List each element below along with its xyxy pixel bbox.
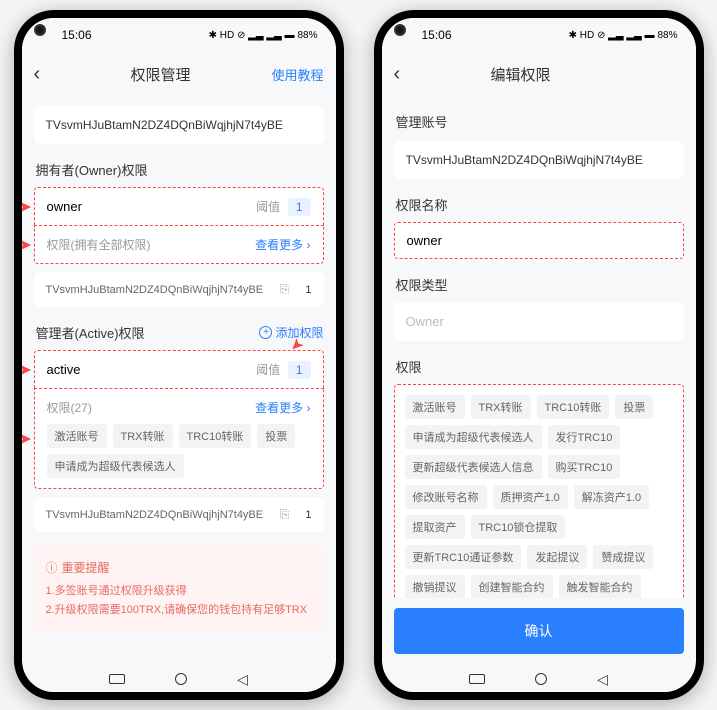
status-time: 15:06 bbox=[62, 28, 92, 42]
content-right: 管理账号 TVsvmHJuBtamN2DZ4DQnBiWqjhjN7t4yBE … bbox=[382, 96, 696, 598]
permission-tag[interactable]: TRC10转账 bbox=[537, 395, 610, 419]
weight-value: 1 bbox=[305, 509, 311, 521]
permission-tag[interactable]: TRX转账 bbox=[471, 395, 531, 419]
threshold-value: 1 bbox=[288, 361, 311, 379]
permission-tag[interactable]: 赞成提议 bbox=[593, 545, 653, 569]
header: ‹ 权限管理 使用教程 bbox=[22, 52, 336, 96]
view-more-link[interactable]: 查看更多 › bbox=[255, 236, 310, 253]
add-permission-link[interactable]: + 添加权限 ➤ bbox=[259, 324, 323, 341]
phone-left: 15:06 ✱ HD ⊘ ▂▃ ▂▃ ▬ 88% ‹ 权限管理 使用教程 TVs… bbox=[14, 10, 344, 700]
address-card: TVsvmHJuBtamN2DZ4DQnBiWqjhjN7t4yBE bbox=[394, 141, 684, 179]
arrow-icon: ➤ bbox=[22, 360, 32, 380]
tutorial-link[interactable]: 使用教程 bbox=[264, 65, 324, 84]
address-card: TVsvmHJuBtamN2DZ4DQnBiWqjhjN7t4yBE bbox=[34, 106, 324, 144]
permission-tag[interactable]: 质押资产1.0 bbox=[493, 485, 568, 509]
permission-tag[interactable]: 撤销提议 bbox=[405, 575, 465, 598]
threshold-wrap: 阈值 1 bbox=[256, 198, 310, 215]
owner-section-label: 拥有者(Owner)权限 bbox=[36, 160, 324, 179]
perm-27-label: 权限(27) bbox=[47, 399, 92, 416]
weight-value: 1 bbox=[305, 284, 311, 296]
confirm-button[interactable]: 确认 bbox=[394, 608, 684, 654]
nav-home[interactable] bbox=[175, 673, 187, 685]
android-nav: ◁ bbox=[22, 666, 336, 692]
status-icons: ✱ HD ⊘ ▂▃ ▂▃ ▬ 88% bbox=[569, 30, 678, 41]
nav-recent[interactable] bbox=[109, 674, 125, 684]
active-tags: 激活账号TRX转账TRC10转账投票申请成为超级代表候选人 bbox=[47, 424, 311, 478]
status-bar: 15:06 ✱ HD ⊘ ▂▃ ▂▃ ▬ 88% bbox=[22, 18, 336, 52]
owner-name-row[interactable]: ➤ owner 阈值 1 bbox=[34, 187, 324, 226]
permission-tag[interactable]: 发起提议 bbox=[527, 545, 587, 569]
plus-icon: + bbox=[259, 326, 272, 339]
permission-tag[interactable]: 投票 bbox=[257, 424, 295, 448]
nav-recent[interactable] bbox=[469, 674, 485, 684]
permission-tag[interactable]: 解冻资产1.0 bbox=[574, 485, 649, 509]
screen-right: 15:06 ✱ HD ⊘ ▂▃ ▂▃ ▬ 88% ‹ 编辑权限 管理账号 TVs… bbox=[382, 18, 696, 692]
permission-tag[interactable]: 投票 bbox=[615, 395, 653, 419]
owner-perm-row[interactable]: ➤ 权限(拥有全部权限) 查看更多 › bbox=[34, 226, 324, 264]
active-address-row: TVsvmHJuBtamN2DZ4DQnBiWqjhjN7t4yBE ⎘ 1 bbox=[34, 497, 324, 532]
perm-name-input[interactable]: owner bbox=[394, 222, 684, 259]
phone-right: 15:06 ✱ HD ⊘ ▂▃ ▂▃ ▬ 88% ‹ 编辑权限 管理账号 TVs… bbox=[374, 10, 704, 700]
back-button[interactable]: ‹ bbox=[394, 63, 418, 86]
back-button[interactable]: ‹ bbox=[34, 63, 58, 86]
copy-icon[interactable]: ⎘ bbox=[280, 282, 290, 297]
camera-hole bbox=[394, 24, 406, 36]
mgmt-account-label: 管理账号 bbox=[396, 112, 684, 131]
arrow-icon: ➤ bbox=[22, 429, 32, 449]
camera-hole bbox=[34, 24, 46, 36]
permission-tag[interactable]: 更新TRC10通证参数 bbox=[405, 545, 522, 569]
permission-tag[interactable]: 提取资产 bbox=[405, 515, 465, 539]
header: ‹ 编辑权限 bbox=[382, 52, 696, 96]
permission-tag[interactable]: 激活账号 bbox=[405, 395, 465, 419]
permission-tag[interactable]: 更新超级代表候选人信息 bbox=[405, 455, 542, 479]
perm-list-label: 权限 bbox=[396, 357, 684, 376]
active-name: active bbox=[47, 362, 81, 377]
status-time: 15:06 bbox=[422, 28, 452, 42]
nav-back[interactable]: ◁ bbox=[597, 671, 608, 688]
permission-tag[interactable]: 申请成为超级代表候选人 bbox=[47, 454, 184, 478]
threshold-wrap: 阈值 1 bbox=[256, 361, 310, 378]
notice-line-1: 1.多签账号通过权限升级获得 bbox=[46, 582, 312, 601]
perm-name-label: 权限名称 bbox=[396, 195, 684, 214]
notice-line-2: 2.升级权限需要100TRX,请确保您的钱包持有足够TRX bbox=[46, 601, 312, 620]
permission-tag[interactable]: 触发智能合约 bbox=[559, 575, 641, 598]
permission-tag[interactable]: 发行TRC10 bbox=[548, 425, 621, 449]
permission-tag[interactable]: 申请成为超级代表候选人 bbox=[405, 425, 542, 449]
screen-left: 15:06 ✱ HD ⊘ ▂▃ ▂▃ ▬ 88% ‹ 权限管理 使用教程 TVs… bbox=[22, 18, 336, 692]
copy-icon[interactable]: ⎘ bbox=[280, 507, 290, 522]
permission-tag[interactable]: 创建智能合约 bbox=[471, 575, 553, 598]
owner-address-row: TVsvmHJuBtamN2DZ4DQnBiWqjhjN7t4yBE ⎘ 1 bbox=[34, 272, 324, 307]
info-icon: ⓘ bbox=[46, 558, 58, 578]
permission-tag[interactable]: 修改账号名称 bbox=[405, 485, 487, 509]
page-title: 权限管理 bbox=[58, 64, 264, 85]
perm-all-label: 权限(拥有全部权限) bbox=[47, 236, 151, 253]
active-section-label: 管理者(Active)权限 + 添加权限 ➤ bbox=[36, 323, 324, 342]
threshold-value: 1 bbox=[288, 198, 311, 216]
owner-name: owner bbox=[47, 199, 82, 214]
permission-tag[interactable]: TRC10锁仓提取 bbox=[471, 515, 566, 539]
permission-tag[interactable]: TRC10转账 bbox=[179, 424, 252, 448]
nav-home[interactable] bbox=[535, 673, 547, 685]
permission-tag[interactable]: 激活账号 bbox=[47, 424, 107, 448]
status-bar: 15:06 ✱ HD ⊘ ▂▃ ▂▃ ▬ 88% bbox=[382, 18, 696, 52]
view-more-link[interactable]: 查看更多 › bbox=[255, 399, 310, 416]
content-left: TVsvmHJuBtamN2DZ4DQnBiWqjhjN7t4yBE 拥有者(O… bbox=[22, 96, 336, 666]
status-icons: ✱ HD ⊘ ▂▃ ▂▃ ▬ 88% bbox=[209, 30, 318, 41]
arrow-icon: ➤ bbox=[22, 197, 32, 217]
android-nav: ◁ bbox=[382, 666, 696, 692]
permission-tag[interactable]: 购买TRC10 bbox=[548, 455, 621, 479]
nav-back[interactable]: ◁ bbox=[237, 671, 248, 688]
perm-tags-box: ➤ 激活账号TRX转账TRC10转账投票申请成为超级代表候选人发行TRC10更新… bbox=[394, 384, 684, 598]
arrow-icon: ➤ bbox=[22, 235, 32, 255]
permission-tag[interactable]: TRX转账 bbox=[113, 424, 173, 448]
notice-title: ⓘ 重要提醒 bbox=[46, 558, 312, 578]
active-name-row[interactable]: ➤ active 阈值 1 bbox=[34, 350, 324, 389]
active-perm-row[interactable]: ➤ 权限(27) 查看更多 › 激活账号TRX转账TRC10转账投票申请成为超级… bbox=[34, 389, 324, 489]
perm-type-value: Owner bbox=[394, 302, 684, 341]
notice-box: ⓘ 重要提醒 1.多签账号通过权限升级获得 2.升级权限需要100TRX,请确保… bbox=[34, 546, 324, 632]
page-title: 编辑权限 bbox=[418, 64, 624, 85]
perm-type-label: 权限类型 bbox=[396, 275, 684, 294]
